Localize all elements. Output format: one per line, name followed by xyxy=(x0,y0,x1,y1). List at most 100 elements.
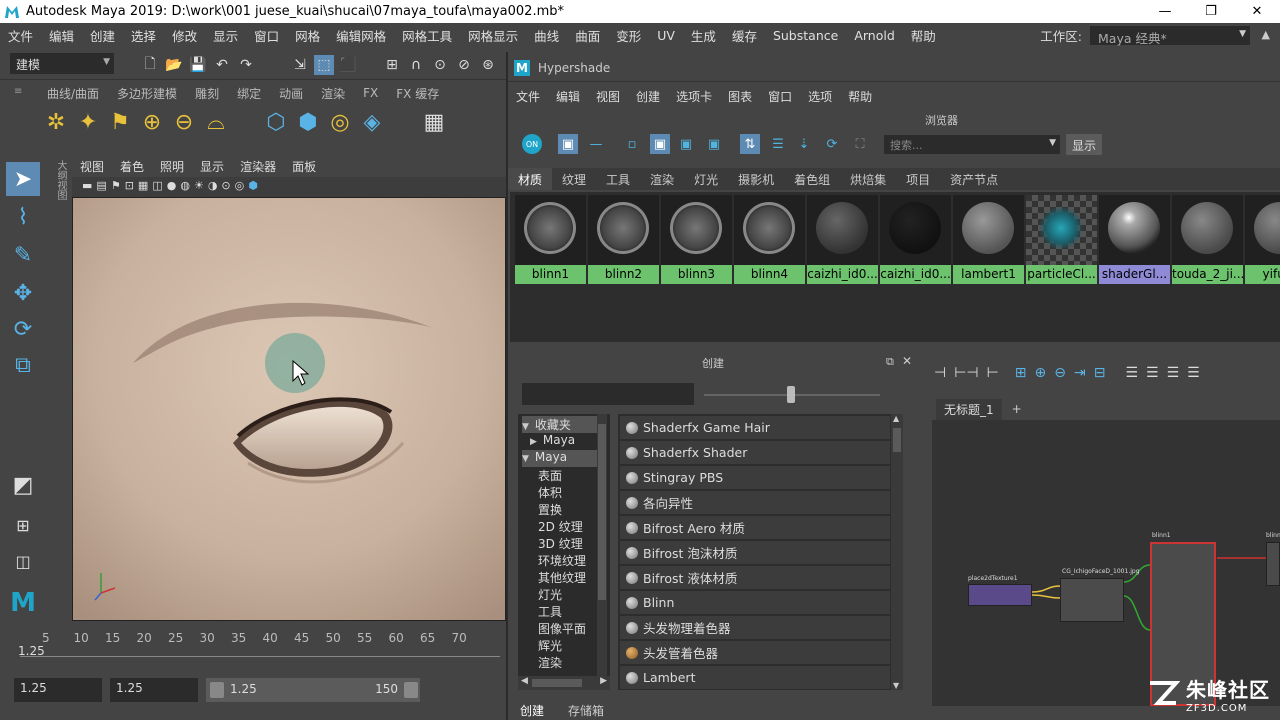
menu-item[interactable]: 曲线 xyxy=(526,26,567,45)
category-item[interactable]: 辉光 xyxy=(538,637,562,654)
isolate-icon[interactable]: ⊙ xyxy=(221,179,230,192)
browser-tab[interactable]: 材质 xyxy=(508,168,553,190)
create-node-item[interactable]: 各向异性 xyxy=(620,491,890,514)
category-item[interactable]: 3D 纹理 xyxy=(538,535,583,552)
category-item[interactable]: 表面 xyxy=(538,467,562,484)
open-scene-icon[interactable]: 📂 xyxy=(164,55,184,75)
collapse-icon[interactable]: ▲ xyxy=(1262,28,1270,41)
move-tool-icon[interactable]: ✥ xyxy=(6,276,40,310)
hypershade-menu-item[interactable]: 创建 xyxy=(628,88,668,105)
browser-tab[interactable]: 摄影机 xyxy=(728,171,784,188)
paint-select-icon[interactable]: ✎ xyxy=(6,238,40,272)
create-node-item[interactable]: Bifrost 泡沫材质 xyxy=(620,541,890,564)
io-connections-icon[interactable]: ⊢⊣ xyxy=(954,365,978,381)
sort-type-icon[interactable]: ☰ xyxy=(768,134,788,154)
redo-icon[interactable]: ↷ xyxy=(236,55,256,75)
save-scene-icon[interactable]: 💾 xyxy=(188,55,208,75)
large-icons-icon[interactable]: ▣ xyxy=(676,134,696,154)
viewport-menu-item[interactable]: 视图 xyxy=(72,158,112,175)
shelf-tab[interactable]: 渲染 xyxy=(312,85,354,102)
menu-item[interactable]: 修改 xyxy=(164,26,205,45)
shading-group-node[interactable] xyxy=(1266,542,1280,586)
custom-view-icon[interactable]: ☰ xyxy=(1187,365,1200,381)
create-node-item[interactable]: Bifrost 液体材质 xyxy=(620,566,890,589)
material-swatch[interactable]: blinn2 xyxy=(588,195,659,284)
smooth-shade-icon[interactable]: ● xyxy=(167,179,177,192)
menu-item[interactable]: Arnold xyxy=(846,28,902,43)
ep-curve-icon[interactable]: ✦ xyxy=(78,110,98,135)
material-swatch[interactable]: blinn1 xyxy=(515,195,586,284)
material-swatch[interactable]: particleCl... xyxy=(1026,195,1097,284)
menu-item[interactable]: UV xyxy=(649,28,683,43)
float-panel-icon[interactable]: ⧉ xyxy=(886,355,894,369)
nurbs-plane-icon[interactable]: ⌓ xyxy=(206,110,226,135)
graph-add-icon[interactable]: ⊕ xyxy=(1035,365,1047,381)
category-item[interactable]: ▶ Maya xyxy=(530,433,575,450)
category-item[interactable]: 渲染 xyxy=(538,654,562,671)
hypershade-menu-item[interactable]: 视图 xyxy=(588,88,628,105)
hypershade-menu-item[interactable]: 图表 xyxy=(720,88,760,105)
browser-tab[interactable]: 工具 xyxy=(596,171,640,188)
viewport-menu-item[interactable]: 面板 xyxy=(284,158,324,175)
browser-tab[interactable]: 纹理 xyxy=(552,171,596,188)
place2d-texture-node[interactable] xyxy=(968,584,1032,606)
time-slider[interactable]: 5 10 15 20 25 30 35 40 45 50 55 60 65 70 1.25 xyxy=(0,625,506,670)
refresh-icon[interactable]: ⟳ xyxy=(822,134,842,154)
camera-icon[interactable]: ▬ xyxy=(82,179,92,192)
connected-view-icon[interactable]: ☰ xyxy=(1146,365,1159,381)
cube-shade-icon[interactable]: ⬢ xyxy=(248,179,258,192)
graph-clear-icon[interactable]: ⊞ xyxy=(1015,365,1027,381)
xl-icons-icon[interactable]: ▣ xyxy=(704,134,724,154)
shelf-tab[interactable]: FX 缓存 xyxy=(387,85,448,102)
list-view-icon[interactable]: — xyxy=(586,134,606,154)
shelf-tab[interactable]: FX xyxy=(354,86,387,100)
tree-arrow-icon[interactable]: ▼ xyxy=(522,454,529,464)
category-item[interactable]: 环境纹理 xyxy=(538,552,586,569)
xray-icon[interactable]: ◎ xyxy=(235,179,245,192)
on-toggle-icon[interactable]: ON xyxy=(522,134,542,154)
select-tool-icon[interactable]: ➤ xyxy=(6,162,40,196)
rotate-tool-icon[interactable]: ⟳ xyxy=(6,312,40,346)
snap-curve-icon[interactable]: ∩ xyxy=(406,55,426,75)
graph-tab-untitled[interactable]: 无标题_1 xyxy=(936,398,1002,420)
range-handle-start[interactable] xyxy=(210,682,224,698)
node-graph[interactable]: place2dTexture1 CG_IchigoFaceD_1001.jpg … xyxy=(932,420,1280,706)
menu-item[interactable]: 编辑 xyxy=(41,26,82,45)
browser-tab[interactable]: 渲染 xyxy=(640,171,684,188)
category-item[interactable]: 置换 xyxy=(538,501,562,518)
snap-grid-icon[interactable]: ⊞ xyxy=(382,55,402,75)
browser-tab[interactable]: 资产节点 xyxy=(940,171,1008,188)
outliner-vertical-label[interactable]: 大纲视图 xyxy=(50,160,68,220)
hypershade-menu-item[interactable]: 编辑 xyxy=(548,88,588,105)
medium-icons-icon[interactable]: ▣ xyxy=(650,134,670,154)
snap-point-icon[interactable]: ⊙ xyxy=(430,55,450,75)
browser-tab[interactable]: 项目 xyxy=(896,171,940,188)
textured-icon[interactable]: ◍ xyxy=(180,179,190,192)
checker-icon[interactable]: ▦ xyxy=(424,110,445,135)
viewport-menu-item[interactable]: 照明 xyxy=(152,158,192,175)
shelf-tab[interactable]: 多边形建模 xyxy=(108,85,186,102)
create-node-item[interactable]: Blinn xyxy=(620,591,890,614)
create-node-item[interactable]: Shaderfx Game Hair xyxy=(620,416,890,439)
browser-search-input[interactable]: 搜索... xyxy=(884,135,1060,154)
viewport-menu-item[interactable]: 显示 xyxy=(192,158,232,175)
bottom-tab[interactable]: 创建 xyxy=(508,702,556,719)
graph-frame-icon[interactable]: ⊟ xyxy=(1094,365,1106,381)
poly-cube-icon[interactable]: ⬡ xyxy=(266,110,286,135)
menu-item[interactable]: 网格工具 xyxy=(394,26,460,45)
hypershade-menu-item[interactable]: 帮助 xyxy=(840,88,880,105)
create-node-item[interactable]: 头发物理着色器 xyxy=(620,616,890,639)
shelf-tab[interactable]: 动画 xyxy=(270,85,312,102)
shelf-tab[interactable]: 雕刻 xyxy=(186,85,228,102)
icon-size-slider-handle[interactable] xyxy=(787,386,795,403)
create-node-item[interactable]: Shaderfx Shader xyxy=(620,441,890,464)
output-connections-icon[interactable]: ⊢ xyxy=(987,365,999,381)
file-texture-node[interactable] xyxy=(1060,578,1124,622)
category-item[interactable]: ▼ 收藏夹 xyxy=(522,416,600,433)
browser-tab[interactable]: 烘焙集 xyxy=(840,171,896,188)
start-time-field[interactable]: 1.25 xyxy=(14,678,102,702)
menu-item[interactable]: 选择 xyxy=(123,26,164,45)
shelf-tab[interactable]: 绑定 xyxy=(228,85,270,102)
material-swatch[interactable]: blinn3 xyxy=(661,195,732,284)
pencil-curve-icon[interactable]: ⚑ xyxy=(110,110,130,135)
